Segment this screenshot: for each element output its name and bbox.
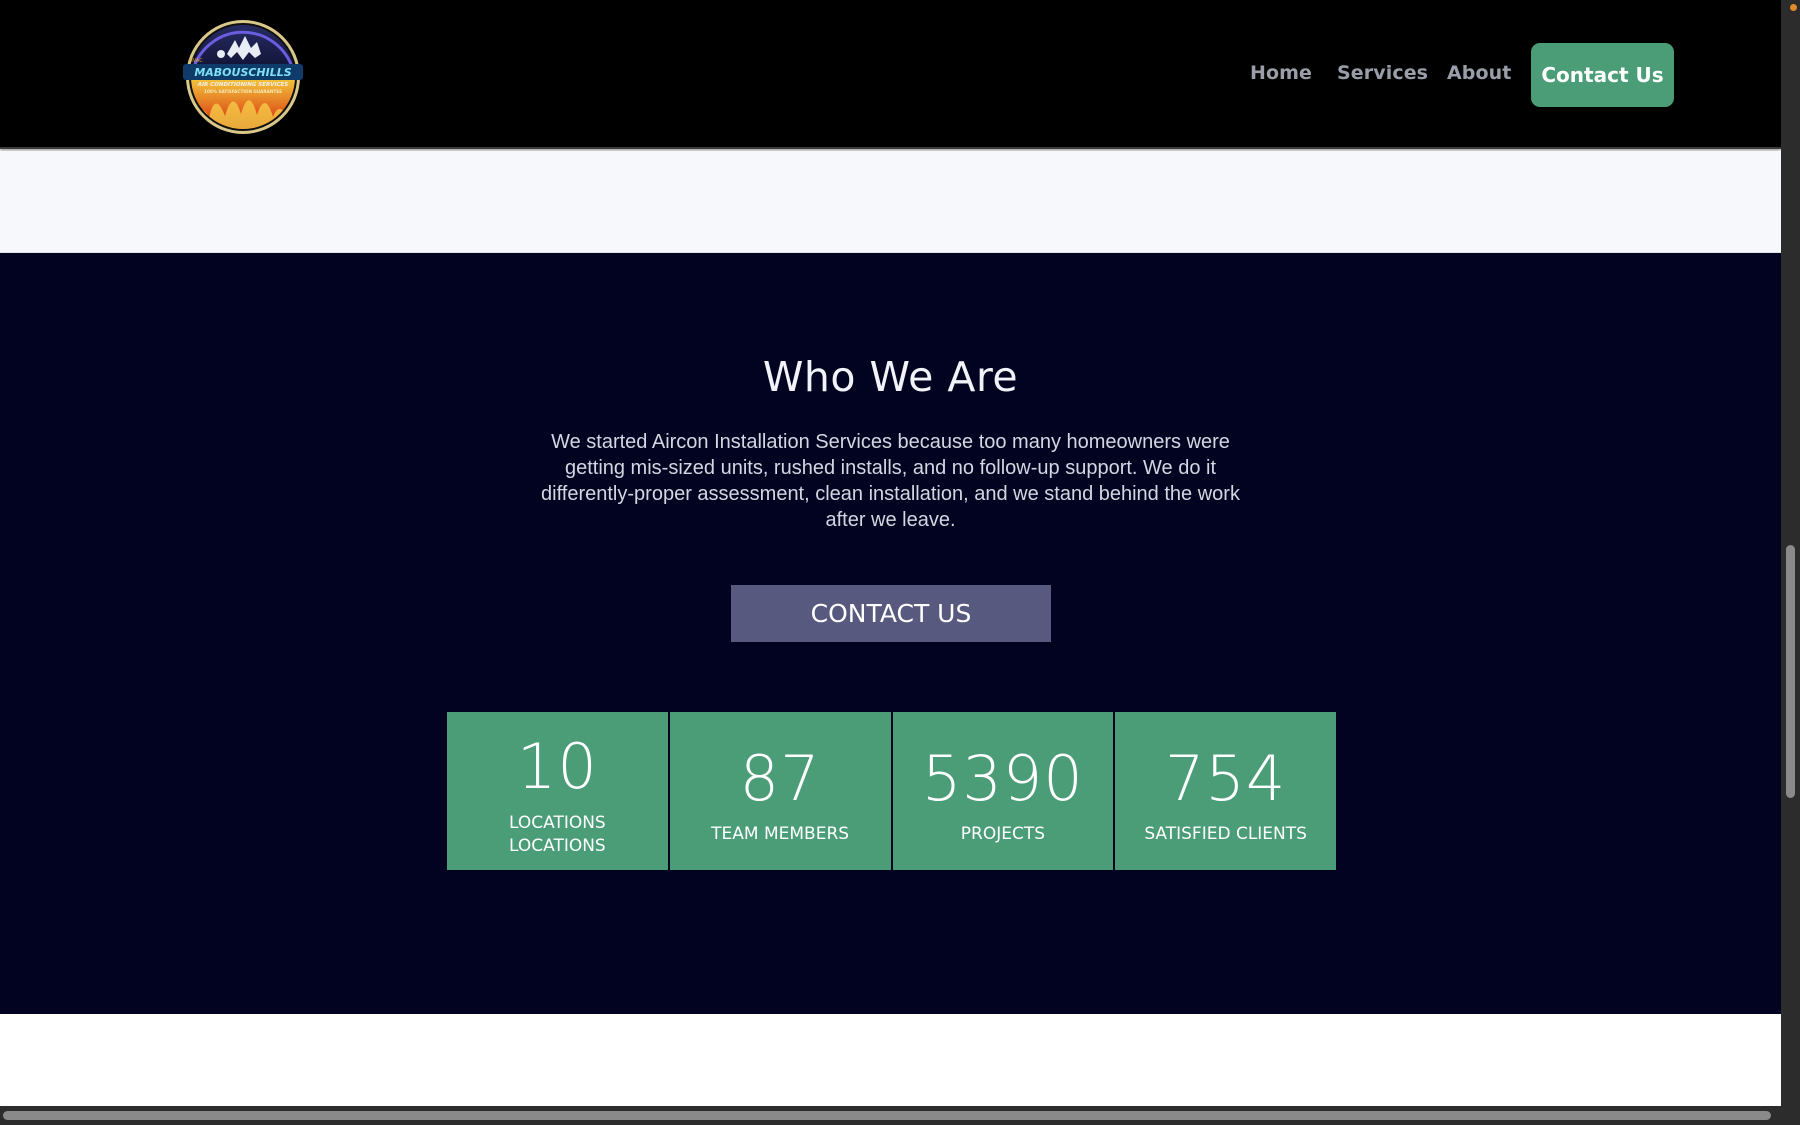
stat-card-satisfied-clients: 754 SATISFIED CLIENTS [1115, 712, 1336, 870]
light-spacer-band [0, 151, 1781, 253]
vertical-scrollbar-thumb[interactable] [1786, 545, 1795, 798]
vertical-scrollbar[interactable] [1781, 0, 1800, 1125]
logo-tagline-text: AIR CONDITIONING SERVICES [197, 82, 289, 88]
nav-services-link[interactable]: Services [1337, 62, 1428, 84]
horizontal-scrollbar-thumb[interactable] [3, 1111, 1771, 1120]
description-line: after we leave. [825, 509, 956, 531]
description-line: differently-proper assessment, clean ins… [541, 483, 1240, 505]
site-header: MABOUSCHILLS HVAC AIR CONDITIONING SERVI… [0, 0, 1781, 149]
stat-label-line: LOCATIONS [509, 836, 606, 856]
stat-value: 754 [1164, 742, 1287, 815]
stat-label: SATISFIED CLIENTS [1144, 824, 1307, 844]
who-we-are-section: Who We Are We started Aircon Installatio… [0, 253, 1781, 1014]
logo-guarantee-text: 100% SATISFACTION GUARANTEE [204, 89, 282, 94]
status-dot-icon [1790, 4, 1797, 11]
stat-value: 5390 [921, 742, 1084, 815]
next-section-start [0, 1014, 1781, 1106]
logo-small-text: HVAC [189, 58, 203, 64]
stat-card-team-members: 87 TEAM MEMBERS [669, 712, 891, 870]
stat-value: 87 [739, 742, 821, 815]
section-description: We started Aircon Installation Services … [530, 429, 1251, 533]
stat-label: PROJECTS [960, 824, 1045, 844]
section-contact-button[interactable]: CONTACT US [731, 585, 1051, 642]
page: MABOUSCHILLS HVAC AIR CONDITIONING SERVI… [0, 0, 1800, 1125]
brand-logo[interactable]: MABOUSCHILLS HVAC AIR CONDITIONING SERVI… [183, 18, 303, 136]
stat-card-locations: 10 LOCATIONS LOCATIONS [447, 712, 668, 870]
description-line: getting mis-sized units, rushed installs… [564, 457, 1217, 479]
header-contact-button[interactable]: Contact Us [1531, 43, 1674, 107]
logo-brand-text: MABOUSCHILLS [194, 66, 291, 79]
nav-home-link[interactable]: Home [1250, 62, 1312, 84]
nav-about-link[interactable]: About [1447, 62, 1511, 84]
stat-label: LOCATIONS LOCATIONS [447, 812, 668, 858]
description-line: We started Aircon Installation Services … [551, 431, 1230, 453]
stat-label-line: LOCATIONS [509, 813, 606, 833]
horizontal-scrollbar[interactable] [0, 1106, 1781, 1125]
hvac-brand-logo-badge-icon: MABOUSCHILLS HVAC AIR CONDITIONING SERVI… [183, 20, 303, 134]
stat-label: TEAM MEMBERS [711, 824, 850, 844]
stat-value: 10 [516, 730, 598, 803]
stats-row: 10 LOCATIONS LOCATIONS 87 TEAM MEMBERS 5… [447, 712, 1336, 870]
stat-card-projects: 5390 PROJECTS [892, 712, 1114, 870]
section-title: Who We Are [762, 353, 1019, 401]
